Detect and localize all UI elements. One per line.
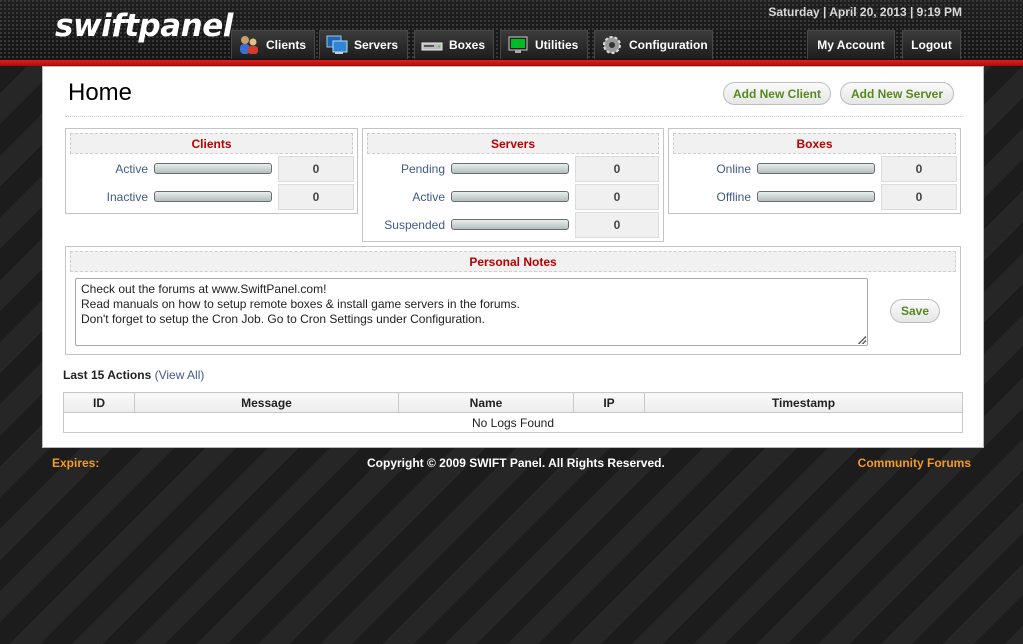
- empty-message: No Logs Found: [63, 412, 963, 433]
- actions-title: Last 15 Actions: [63, 368, 152, 382]
- stat-value: 0: [881, 184, 957, 210]
- stat-label: Offline: [716, 190, 751, 204]
- clients-stats-box: Clients Active 0 Inactive 0: [65, 128, 358, 214]
- clients-icon: [238, 35, 260, 55]
- nav-label: Utilities: [535, 38, 579, 52]
- stat-label: Online: [716, 162, 751, 176]
- logout-button[interactable]: Logout: [902, 30, 961, 59]
- nav-label: Configuration: [629, 38, 708, 52]
- stat-value: 0: [278, 184, 354, 210]
- resize-handle[interactable]: [858, 336, 866, 344]
- stat-label: Pending: [400, 162, 445, 176]
- notes-textarea[interactable]: Check out the forums at www.SwiftPanel.c…: [75, 278, 868, 346]
- progress-bar: [154, 191, 272, 202]
- main-panel: Home Add New Client Add New Server Clien…: [42, 66, 984, 448]
- my-account-button[interactable]: My Account: [807, 30, 895, 59]
- table-header-row: ID Message Name IP Timestamp: [63, 392, 963, 413]
- servers-icon: [326, 35, 348, 55]
- divider: [65, 116, 963, 117]
- nav-tab-servers[interactable]: Servers: [319, 30, 408, 59]
- progress-bar: [451, 191, 569, 202]
- progress-bar: [757, 163, 875, 174]
- progress-bar: [451, 163, 569, 174]
- page-title: Home: [68, 79, 133, 106]
- box-title: Servers: [367, 133, 659, 154]
- notes-text: Check out the forums at www.SwiftPanel.c…: [81, 282, 520, 326]
- nav-label: Servers: [354, 38, 399, 52]
- logo[interactable]: swiftpanel: [55, 8, 233, 44]
- copyright-text: Copyright © 2009 SWIFT Panel. All Rights…: [367, 456, 665, 470]
- box-title: Personal Notes: [70, 251, 956, 272]
- gear-icon: [601, 35, 623, 55]
- column-header-message[interactable]: Message: [134, 392, 399, 413]
- actions-table: ID Message Name IP Timestamp No Logs Fou…: [63, 392, 963, 433]
- stat-value: 0: [575, 184, 659, 210]
- progress-bar: [154, 163, 272, 174]
- save-button[interactable]: Save: [890, 299, 940, 323]
- column-header-name[interactable]: Name: [398, 392, 574, 413]
- stat-value: 0: [278, 156, 354, 182]
- stat-label: Active: [412, 190, 445, 204]
- community-forums-link[interactable]: Community Forums: [858, 456, 971, 470]
- add-new-server-button[interactable]: Add New Server: [840, 82, 954, 105]
- progress-bar: [451, 219, 569, 230]
- stat-value: 0: [575, 156, 659, 182]
- nav-label: Boxes: [449, 38, 486, 52]
- nav-tab-configuration[interactable]: Configuration: [594, 30, 713, 59]
- utilities-icon: [507, 35, 529, 55]
- expires-label: Expires:: [52, 456, 100, 470]
- actions-heading: Last 15 Actions (View All): [63, 368, 204, 382]
- datetime: Saturday | April 20, 2013 | 9:19 PM: [768, 5, 962, 19]
- nav-tab-boxes[interactable]: Boxes: [414, 30, 494, 59]
- nav-label: Clients: [266, 38, 307, 52]
- boxes-stats-box: Boxes Online 0 Offline 0: [668, 128, 961, 214]
- box-title: Clients: [70, 133, 353, 154]
- progress-bar: [757, 191, 875, 202]
- table-row: No Logs Found: [63, 412, 963, 433]
- stat-label: Suspended: [384, 218, 445, 232]
- boxes-icon: [421, 35, 443, 55]
- servers-stats-box: Servers Pending 0 Active 0 Suspended 0: [362, 128, 664, 242]
- stat-value: 0: [881, 156, 957, 182]
- nav-tab-utilities[interactable]: Utilities: [500, 30, 588, 59]
- stat-value: 0: [575, 212, 659, 238]
- column-header-timestamp[interactable]: Timestamp: [644, 392, 963, 413]
- column-header-ip[interactable]: IP: [573, 392, 645, 413]
- column-header-id[interactable]: ID: [63, 392, 135, 413]
- stat-label: Inactive: [106, 190, 148, 204]
- view-all-link[interactable]: (View All): [155, 368, 205, 382]
- add-new-client-button[interactable]: Add New Client: [723, 82, 831, 105]
- stat-label: Active: [115, 162, 148, 176]
- nav-tab-clients[interactable]: Clients: [231, 30, 315, 59]
- box-title: Boxes: [673, 133, 956, 154]
